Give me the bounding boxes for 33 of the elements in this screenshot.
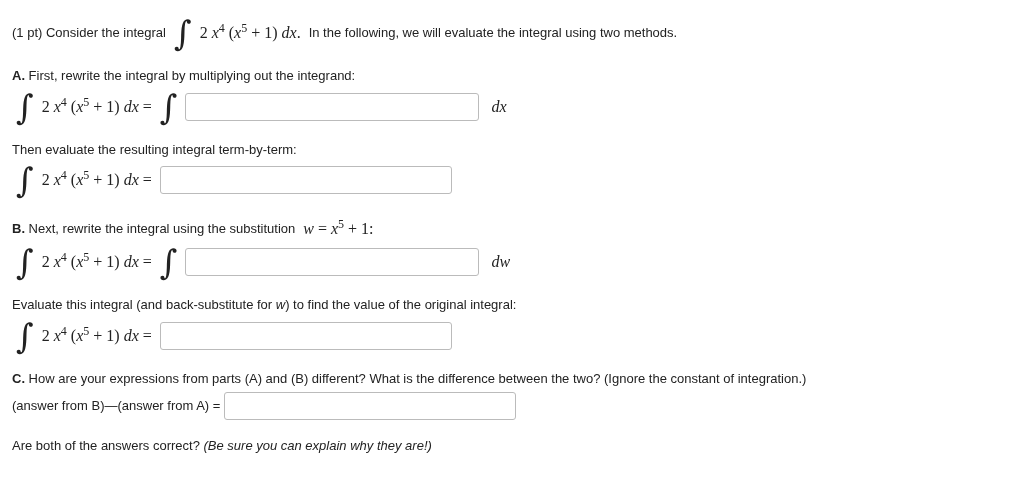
answer-field[interactable] <box>185 92 480 121</box>
instruction-text: C. How are your expressions from parts (A) and (B) different? What is the difference between the two? (Ignore the constant of integration.) <box>12 370 807 386</box>
intro-text: In the following, we will evaluate the integral using two methods. <box>308 24 678 43</box>
integral-sign: ∫ <box>16 245 34 279</box>
integral-sign: ∫ <box>159 89 178 124</box>
integral-sign: ∫ <box>16 318 34 353</box>
integral-sign: ∫ <box>16 89 34 124</box>
integral-sign: ∫ <box>16 163 34 197</box>
answer-field[interactable] <box>159 166 452 194</box>
integral-expression: 2 x$^{4}$ (x$^{5}$ + 1) dx <box>41 94 139 118</box>
instruction-text: Then evaluate the resulting integral term-by-term: <box>12 141 297 157</box>
instruction-text: A. First, rewrite the integral by multiplying out the integrand: <box>12 68 356 83</box>
integral-expression: 2 x$^{4}$ (x$^{5}$ + 1) dx <box>41 168 139 191</box>
instruction-text: Evaluate this integral (and back-substitute for w) to find the value of the original integral: <box>12 297 517 312</box>
equals-sign: = <box>142 325 152 346</box>
integral-sign: ∫ <box>159 245 178 279</box>
problem-intro: (1 pt) Consider the integral <box>12 24 166 43</box>
answer-label: (answer from B)—(answer from A) = <box>12 397 221 416</box>
integral-expression: 2 x$^{4}$ (x$^{5}$ + 1) dx <box>41 323 139 347</box>
answer-field[interactable] <box>224 392 517 420</box>
integral-sign: ∫ <box>173 16 192 50</box>
integral-expression: 2 x$^{4}$ (x$^{5}$ + 1) dx. <box>199 21 301 44</box>
equals-sign: = <box>142 96 152 117</box>
differential-label: dx <box>491 96 507 117</box>
integral-expression: 2 x$^{4}$ (x$^{5}$ + 1) dx <box>41 250 139 273</box>
instruction-text: Are both of the answers correct? (Be sure you can explain why they are!) <box>12 438 432 453</box>
differential-label: dw <box>491 252 511 272</box>
answer-field[interactable] <box>185 248 480 276</box>
answer-field[interactable] <box>159 321 452 350</box>
equals-sign: = <box>142 170 152 190</box>
equals-sign: = <box>142 252 152 272</box>
substitution-formula: w = x$^{5}$ + 1: <box>303 217 374 239</box>
instruction-text: B. Next, rewrite the integral using the substitution <box>12 220 296 239</box>
